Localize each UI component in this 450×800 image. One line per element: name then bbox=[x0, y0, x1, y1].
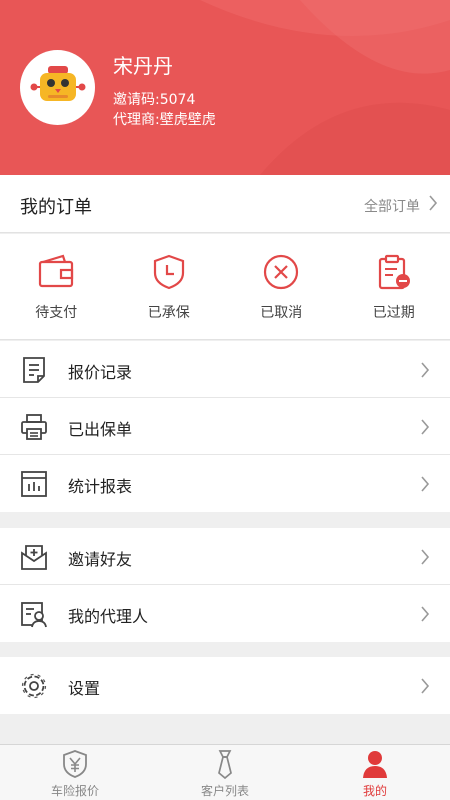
invite-mail-icon bbox=[21, 545, 47, 570]
shield-yen-icon bbox=[63, 750, 87, 778]
menu-item-statistics[interactable]: 统计报表 bbox=[0, 455, 450, 512]
tab-car-insurance-quote[interactable]: 车险报价 bbox=[0, 745, 150, 800]
orders-title: 我的订单 bbox=[20, 197, 92, 218]
cancel-circle-icon bbox=[263, 254, 299, 290]
chevron-right-icon bbox=[421, 419, 430, 435]
menu-group-records: 报价记录 已出保单 统计报表 bbox=[0, 341, 450, 512]
chevron-right-icon bbox=[421, 678, 430, 694]
chevron-right-icon[interactable] bbox=[428, 194, 438, 212]
menu-item-label: 邀请好友 bbox=[68, 550, 133, 569]
profile-header: 宋丹丹 邀请码:5074 代理商:壁虎壁虎 bbox=[0, 0, 450, 175]
status-label: 已过期 bbox=[372, 305, 415, 321]
avatar[interactable] bbox=[20, 50, 95, 125]
agent-name: 代理商:壁虎壁虎 bbox=[113, 112, 216, 128]
status-label: 已承保 bbox=[147, 305, 190, 321]
all-orders-link[interactable]: 全部订单 bbox=[364, 196, 420, 216]
tab-label: 车险报价 bbox=[50, 784, 99, 798]
menu-item-label: 设置 bbox=[68, 679, 101, 698]
tie-icon bbox=[218, 750, 232, 779]
orders-header: 我的订单 全部订单 bbox=[0, 175, 450, 233]
user-name: 宋丹丹 bbox=[113, 54, 173, 78]
menu-group-social: 邀请好友 我的代理人 bbox=[0, 528, 450, 642]
user-icon bbox=[363, 751, 387, 778]
menu-item-label: 统计报表 bbox=[68, 477, 133, 496]
tab-me[interactable]: 我的 bbox=[300, 745, 450, 800]
status-label: 待支付 bbox=[35, 305, 78, 321]
menu-item-issued-policies[interactable]: 已出保单 bbox=[0, 398, 450, 455]
shield-clock-icon bbox=[153, 254, 184, 290]
agent-card-icon bbox=[21, 602, 47, 628]
status-expired[interactable]: 已过期 bbox=[338, 234, 450, 340]
wallet-icon bbox=[38, 254, 74, 288]
status-cancelled[interactable]: 已取消 bbox=[225, 234, 338, 340]
chevron-right-icon bbox=[421, 362, 430, 378]
clipboard-expired-icon bbox=[378, 254, 410, 290]
invite-code: 邀请码:5074 bbox=[113, 92, 196, 108]
bottom-tab-bar: 车险报价 客户列表 我的 bbox=[0, 744, 450, 800]
menu-item-label: 已出保单 bbox=[68, 420, 133, 439]
menu-item-settings[interactable]: 设置 bbox=[0, 657, 450, 714]
tab-label: 我的 bbox=[362, 784, 387, 798]
bar-chart-icon bbox=[21, 471, 47, 497]
tab-label: 客户列表 bbox=[200, 784, 249, 798]
document-list-icon bbox=[23, 357, 45, 383]
menu-item-invite-friends[interactable]: 邀请好友 bbox=[0, 528, 450, 585]
menu-item-my-agents[interactable]: 我的代理人 bbox=[0, 585, 450, 642]
printer-icon bbox=[21, 414, 47, 440]
menu-item-quote-records[interactable]: 报价记录 bbox=[0, 341, 450, 398]
chevron-right-icon bbox=[421, 606, 430, 622]
menu-group-settings: 设置 bbox=[0, 657, 450, 714]
tab-customer-list[interactable]: 客户列表 bbox=[150, 745, 300, 800]
status-pending-payment[interactable]: 待支付 bbox=[0, 234, 113, 340]
chevron-right-icon bbox=[421, 476, 430, 492]
chevron-right-icon bbox=[421, 549, 430, 565]
robot-avatar-icon bbox=[30, 65, 85, 101]
status-label: 已取消 bbox=[260, 305, 303, 321]
menu-item-label: 报价记录 bbox=[68, 363, 133, 382]
order-status-row: 待支付 已承保 已取消 已过期 bbox=[0, 234, 450, 340]
gear-icon bbox=[21, 673, 47, 699]
menu-item-label: 我的代理人 bbox=[68, 607, 149, 626]
status-insured[interactable]: 已承保 bbox=[113, 234, 226, 340]
